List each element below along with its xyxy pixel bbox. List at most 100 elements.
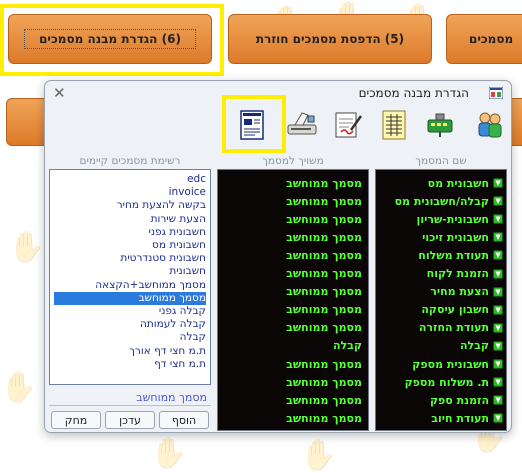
list-row[interactable]: ▼ תעודת משלוח [376,246,506,264]
expand-arrow-icon[interactable]: ▼ [493,359,503,369]
expand-arrow-icon[interactable]: ▼ [493,232,503,243]
list-row[interactable]: מסמך ממוחשב [218,192,368,210]
list-row[interactable]: מסמך ממוחשב [218,373,368,391]
documents-button[interactable]: מסמכים [446,14,522,64]
expand-arrow-icon[interactable]: ▼ [493,377,503,388]
list-row-label: מסמך ממוחשב [286,212,362,226]
list-item[interactable]: edc [54,173,206,186]
list-row-label: מסמך ממוחשב [286,248,362,262]
list-row[interactable]: מסמך ממוחשב [218,246,368,264]
add-button[interactable]: הוסף [159,411,209,429]
list-row-label: הזמנת ספק [429,393,489,407]
list-row[interactable]: ▼ חשבונית-שריון [376,210,506,228]
expand-arrow-icon[interactable]: ▼ [493,340,503,351]
list-row[interactable]: ▼ חשבונית זיכוי [376,228,506,246]
list-row[interactable]: מסמך ממוחשב [218,174,368,192]
list-item[interactable]: חשבונית [54,265,206,278]
list-row-label: מסמך ממוחשב [286,375,362,389]
expand-arrow-icon[interactable]: ▼ [493,268,503,279]
network-icon[interactable] [423,107,457,143]
form-layout-icon[interactable] [235,107,269,143]
list-row[interactable]: מסמך ממוחשב [218,355,368,373]
background-hand-icon: ✋ [150,436,188,471]
list-item[interactable]: קבלה [54,331,206,344]
list-row-label: ת. משלוח מספק [404,375,489,389]
list-row-label: מסמך ממוחשב [286,393,362,407]
list-row[interactable]: ▼ קבלה/חשבונית מס [376,192,506,210]
list-row[interactable]: מסמך ממוחשב [218,391,368,409]
expand-arrow-icon[interactable]: ▼ [493,178,503,188]
define-document-structure-button[interactable]: (6) הגדרת מבנה מסמכים [8,14,212,64]
list-item[interactable]: חשבונית מס [54,239,206,252]
list-row-label: מסמך ממוחשב [286,230,362,244]
toolbar [45,107,513,145]
list-item[interactable]: בקשה להצעת מחיר [54,199,206,212]
delete-button[interactable]: מחק [51,411,101,429]
edit-document-icon[interactable] [331,107,365,143]
expand-arrow-icon[interactable]: ▼ [493,286,503,297]
list-row[interactable]: קבלה [218,337,368,355]
list-row-label: קבלה [332,339,362,353]
list-row-label: מסמך ממוחשב [286,285,362,299]
background-hand-icon: ✋ [0,370,38,405]
list-row[interactable]: מסמך ממוחשב [218,409,368,427]
list-row-label: מסמך ממוחשב [286,357,362,371]
scanner-icon[interactable] [285,107,319,143]
list-row-label: חשבונית מס [427,176,489,190]
list-row[interactable]: מסמך ממוחשב [218,228,368,246]
close-icon[interactable]: ✕ [53,84,66,102]
background-hand-icon: ✋ [8,230,46,265]
list-item[interactable]: חשבונית סטנדרטית [54,252,206,265]
dialog-title: הגדרת מבנה מסמכים [358,86,469,100]
users-icon[interactable] [473,107,507,143]
assigned-to-list[interactable]: מסמך ממוחשב מסמך ממוחשב מסמך ממוחשב מסמך ממ… [217,169,369,431]
list-item[interactable]: קבלה לעמותה [54,318,206,331]
document-structure-dialog: ✕ הגדרת מבנה מסמכים שם המסמך ▼ חשבונית מ… [44,80,512,433]
document-name-panel: שם המסמך ▼ חשבונית מס ▼ קבלה/חשבונית מס ▼ חשב… [375,155,507,431]
spreadsheet-icon[interactable] [377,107,411,143]
list-row[interactable]: ▼ הזמנת לקוח [376,265,506,283]
existing-documents-list[interactable]: edc invoice בקשה להצעת מחיר הצעת שירות חשבונ… [49,169,211,385]
list-item[interactable]: ת.מ חצי דף [54,358,206,371]
list-row[interactable]: ▼ ת. משלוח מספק [376,373,506,391]
document-name-list[interactable]: ▼ חשבונית מס ▼ קבלה/חשבונית מס ▼ חשבונית-שריו… [375,169,507,431]
list-item[interactable]: invoice [54,186,206,199]
list-row[interactable]: ▼ חשבונית מספק [376,355,506,373]
assigned-to-panel-title: משויך למסמך [262,155,324,167]
list-item[interactable]: מסמך ממוחשב [54,291,206,305]
expand-arrow-icon[interactable]: ▼ [493,322,503,333]
list-row[interactable]: מסמך ממוחשב [218,319,368,337]
documents-label: מסמכים [469,32,514,46]
expand-arrow-icon[interactable]: ▼ [493,250,503,261]
expand-arrow-icon[interactable]: ▼ [493,214,503,225]
list-row[interactable]: ▼ חשבון עיסקה [376,301,506,319]
list-row[interactable]: ▼ הצעת מחיר [376,283,506,301]
list-item[interactable]: ת.מ חצי דף אורך [54,345,206,358]
app-icon [489,87,503,99]
list-item[interactable]: קבלה גפני [54,305,206,318]
update-button[interactable]: עדכן [105,411,155,429]
list-row[interactable]: מסמך ממוחשב [218,283,368,301]
existing-documents-panel: רשימת מסמכים קיימים edc invoice בקשה להצעת… [49,155,211,431]
reprint-documents-label: (5) הדפסת מסמכים חוזרת [255,32,405,46]
expand-arrow-icon[interactable]: ▼ [493,304,503,315]
reprint-documents-button[interactable]: (5) הדפסת מסמכים חוזרת [228,14,432,64]
expand-arrow-icon[interactable]: ▼ [493,196,503,207]
list-row[interactable]: מסמך ממוחשב [218,210,368,228]
expand-arrow-icon[interactable]: ▼ [493,413,503,424]
list-row[interactable]: ▼ חשבונית מס [376,174,506,192]
list-row[interactable]: ▼ תעודת החזרה [376,319,506,337]
document-name-field[interactable]: מסמך ממוחשב [49,391,211,406]
list-row-label: מסמך ממוחשב [286,411,362,425]
list-item[interactable]: חשבונית גפני [54,226,206,239]
list-row[interactable]: מסמך ממוחשב [218,301,368,319]
list-row[interactable]: ▼ הזמנת ספק [376,391,506,409]
list-row[interactable]: ▼ תעודת חיוב [376,409,506,427]
list-row[interactable]: ▼ קבלה [376,337,506,355]
list-item[interactable]: הצעת שירות [54,213,206,226]
expand-arrow-icon[interactable]: ▼ [493,395,503,406]
list-row-label: הזמנת לקוח [426,267,489,280]
list-item[interactable]: מסמך ממוחשב+הקצאה [54,279,206,292]
list-row-label: מסמך ממוחשב [286,321,362,335]
list-row[interactable]: מסמך ממוחשב [218,265,368,283]
